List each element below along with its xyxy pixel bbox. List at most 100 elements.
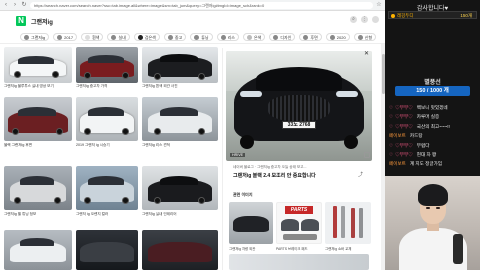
- profile-icon[interactable]: [372, 16, 379, 23]
- image-result[interactable]: [76, 230, 138, 270]
- donation-list-title: 별풍선: [424, 80, 441, 86]
- chip-thumb-icon: [194, 34, 200, 40]
- chip-thumb-icon: [273, 34, 279, 40]
- related-image[interactable]: PARTS: [276, 202, 322, 244]
- chip[interactable]: 신형: [353, 33, 377, 41]
- share-icon[interactable]: ⤴: [358, 171, 363, 178]
- image-caption[interactable]: 그랜저 ig 오렌지 컬러: [76, 212, 138, 217]
- related-caption[interactable]: PARTS 브레이크 패드: [276, 246, 316, 251]
- image-detail-panel: 33노 2768 HRIVE ✕ 네이버 블로그 · 그랜저ig 중고차 오늘 …: [222, 48, 374, 270]
- chip-thumb-icon: [329, 34, 335, 40]
- chip-thumb-icon: [246, 34, 252, 40]
- image-caption[interactable]: 블랙 그랜저ig 후면: [4, 143, 72, 148]
- related-image[interactable]: [325, 202, 371, 244]
- image-caption[interactable]: 그랜저ig 실내 인테리어: [142, 212, 218, 217]
- chip[interactable]: 튜닝: [190, 33, 213, 41]
- grid-menu-icon[interactable]: ⋮: [361, 16, 368, 23]
- donation-list: ♡ ♡부부♡ 백보니 맛있겠네 ♡ ♡부부♡ 카루머 실증 ♡ ♡부부♡ 국산의 최고~~~…: [389, 103, 479, 169]
- related-caption[interactable]: 그랜저ig 쇼바 교체: [325, 246, 365, 251]
- search-icon[interactable]: ⌕: [350, 16, 357, 23]
- chip-thumb-icon: [111, 34, 117, 40]
- chip-thumb-icon: [220, 34, 226, 40]
- search-query[interactable]: 그랜저ig: [31, 17, 53, 26]
- chip-thumb-icon: [303, 34, 309, 40]
- image-result[interactable]: [4, 47, 72, 83]
- chip[interactable]: 2017: [53, 33, 78, 41]
- detail-title[interactable]: 그랜저ig 블랙 2.4 모조리 안 중요합니다: [233, 172, 316, 179]
- chip[interactable]: 2020: [325, 33, 350, 41]
- image-result[interactable]: [4, 166, 72, 210]
- chip[interactable]: 은색: [242, 33, 266, 41]
- naver-logo[interactable]: N: [16, 16, 26, 26]
- reload-icon[interactable]: ↻: [21, 2, 27, 8]
- list-item: ♡ ♡부부♡ 카루머 실증: [389, 114, 440, 120]
- chip[interactable]: 중고: [163, 33, 187, 41]
- chip-thumb-icon: [357, 34, 363, 40]
- image-caption[interactable]: 그랜저ig 블루투스 실내 영상 보기: [4, 84, 72, 89]
- image-result[interactable]: [142, 166, 218, 210]
- heart-icon: ♡: [389, 114, 394, 120]
- browser-window: ‹ › ↻ https://search.naver.com/search.na…: [0, 0, 385, 270]
- url-field[interactable]: https://search.naver.com/search.naver?ss…: [30, 1, 373, 9]
- chip[interactable]: 리스: [216, 33, 239, 41]
- image-result[interactable]: [4, 230, 72, 270]
- detail-image[interactable]: 33노 2768 HRIVE: [226, 51, 372, 161]
- chip[interactable]: 실내: [107, 33, 130, 41]
- heart-icon: ♡: [389, 105, 394, 110]
- expand-icon[interactable]: [364, 152, 370, 158]
- coin-icon: [391, 13, 395, 18]
- close-icon[interactable]: ✕: [364, 51, 370, 57]
- chip-thumb-icon: [85, 34, 91, 40]
- webcam-feed: [385, 176, 480, 270]
- image-result[interactable]: [76, 97, 138, 141]
- chip-thumb-icon: [167, 34, 173, 40]
- list-item: ♡ ♡부부♡ 부럽다: [389, 142, 430, 148]
- back-icon[interactable]: ‹: [3, 2, 9, 8]
- image-caption[interactable]: 그랜저ig 중고차 가격: [76, 84, 138, 89]
- donation-goal: 150 / 1000 개: [395, 86, 470, 96]
- mission-name: 레깅두디: [397, 13, 414, 18]
- heart-icon: ♡: [389, 123, 394, 129]
- address-bar: ‹ › ↻ https://search.naver.com/search.na…: [0, 0, 385, 11]
- related-caption[interactable]: 그랜저ig 차량 외관: [229, 246, 269, 251]
- list-item: ♡ ♡부부♡ 현대 차 짱: [389, 151, 437, 157]
- star-icon[interactable]: ☆: [376, 2, 382, 8]
- chip[interactable]: 디자인: [269, 33, 296, 41]
- image-result[interactable]: [142, 97, 218, 141]
- chip-thumb-icon: [24, 34, 29, 40]
- image-result[interactable]: [4, 97, 72, 141]
- list-item: ♡ ♡부부♡ 국산의 최고~~~!!: [389, 123, 450, 129]
- mission-bar: 레깅두디 150개: [388, 11, 477, 19]
- image-result[interactable]: [76, 166, 138, 210]
- chip[interactable]: 그랜저ig: [20, 33, 50, 41]
- image-result[interactable]: [142, 230, 218, 270]
- screen: ‹ › ↻ https://search.naver.com/search.na…: [0, 0, 480, 270]
- image-caption[interactable]: 그랜저ig 흰색 외관 사진: [142, 84, 218, 89]
- microphone: [453, 234, 463, 264]
- related-label: 관련 이미지: [233, 192, 253, 197]
- license-plate: 33노 2768: [282, 121, 316, 129]
- heart-icon: ♡: [389, 151, 394, 157]
- image-caption[interactable]: 그랜저ig 휠 튜닝 정보: [4, 212, 72, 217]
- chip[interactable]: 검은색: [133, 33, 160, 41]
- related-image[interactable]: [229, 202, 273, 244]
- chip-thumb-icon: [137, 34, 143, 40]
- image-result[interactable]: [142, 47, 218, 83]
- image-result[interactable]: [76, 47, 138, 83]
- related-image[interactable]: [229, 254, 369, 270]
- image-caption[interactable]: 그랜저ig 리스 견적: [142, 143, 218, 148]
- chip[interactable]: 흰색: [81, 33, 104, 41]
- streamer-hair: [418, 184, 448, 206]
- chip-thumb-icon: [57, 34, 63, 40]
- forward-icon[interactable]: ›: [12, 2, 18, 8]
- search-header: N 그랜저ig ⌕ ⋮: [0, 11, 385, 31]
- image-source[interactable]: 네이버 블로그 · 그랜저ig 중고차 오늘 상태 보고...: [233, 165, 307, 170]
- source-badge: HRIVE: [230, 153, 245, 157]
- parts-logo: PARTS: [285, 206, 313, 214]
- list-item: ♡ ♡부부♡ 백보니 맛있겠네: [389, 105, 448, 110]
- list-item: 페이보트 카드탕: [389, 133, 423, 139]
- chip[interactable]: 후면: [299, 33, 322, 41]
- heart-icon: ♡: [389, 142, 394, 148]
- image-caption[interactable]: 2019 그랜저 ig 시승기: [76, 143, 138, 148]
- filter-chips: 그랜저ig 2017 흰색 실내 검은색 중고 튜닝 리스 은색 디자인 후면 …: [0, 31, 385, 44]
